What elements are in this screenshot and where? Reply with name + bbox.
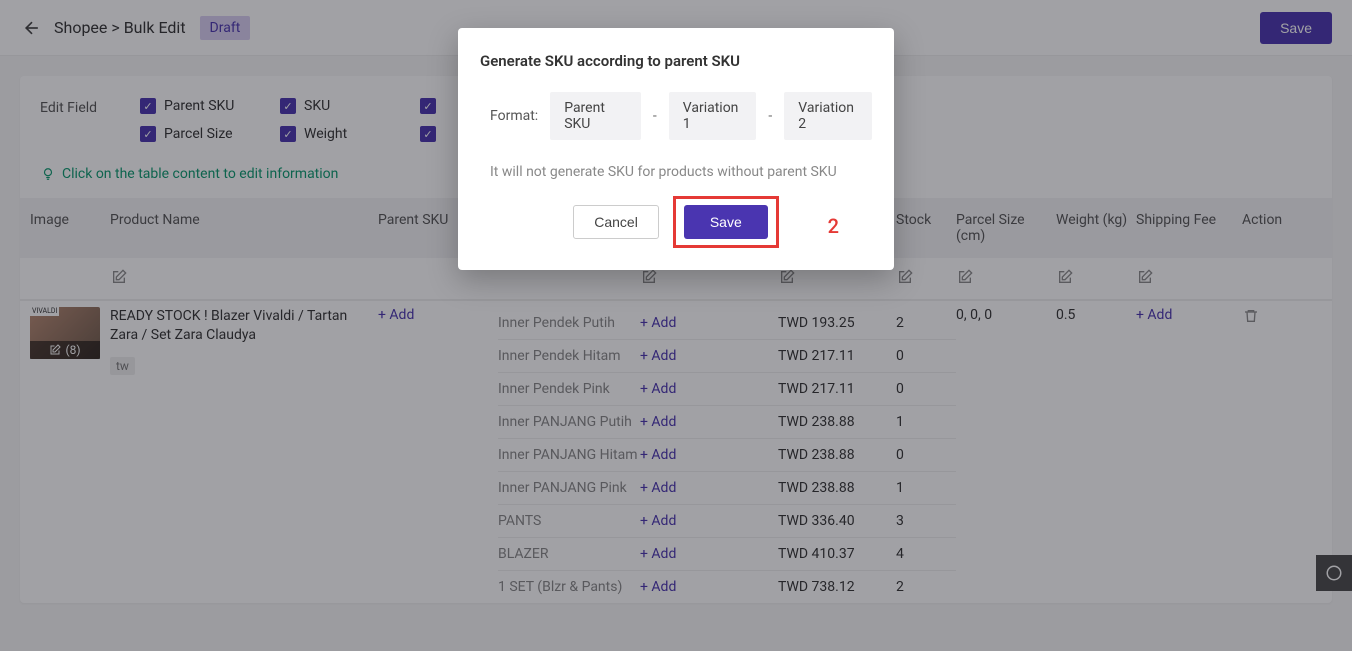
modal-note: It will not generate SKU for products wi… [480,164,872,180]
format-chip-var1[interactable]: Variation 1 [669,92,757,140]
format-sep: - [768,108,772,124]
format-chip-var2[interactable]: Variation 2 [784,92,872,140]
format-row: Format: Parent SKU - Variation 1 - Varia… [480,92,872,140]
cancel-button[interactable]: Cancel [573,205,659,239]
format-chip-parent[interactable]: Parent SKU [550,92,641,140]
annotation-number: 2 [828,214,839,238]
annotation-box: Save [673,196,779,248]
format-sep: - [653,108,657,124]
save-button[interactable]: Save [684,205,768,239]
modal-title: Generate SKU according to parent SKU [480,52,872,70]
modal-overlay[interactable]: Generate SKU according to parent SKU For… [0,0,1352,651]
generate-sku-modal: Generate SKU according to parent SKU For… [458,28,894,270]
format-label: Format: [490,108,538,124]
